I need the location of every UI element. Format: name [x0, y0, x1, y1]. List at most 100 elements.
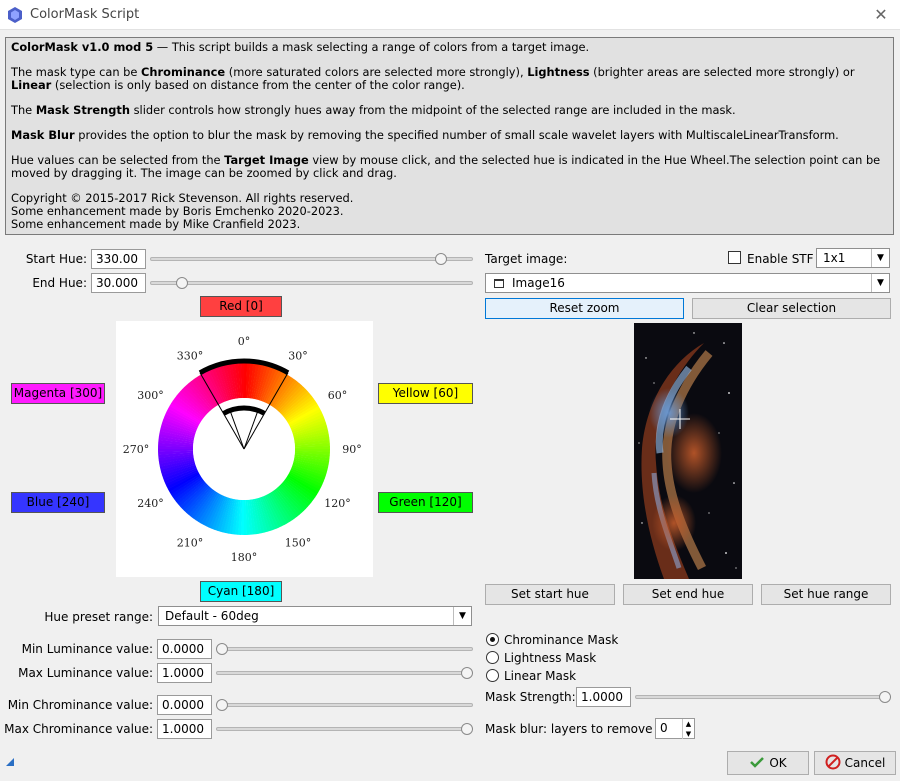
mask-blur-spinbox[interactable]: 0 ▲ ▼ [655, 718, 695, 739]
slider-thumb[interactable] [435, 253, 448, 265]
chevron-down-icon[interactable]: ▼ [871, 274, 889, 292]
slider-thumb[interactable] [175, 277, 188, 289]
info-bold: Target Image [224, 153, 309, 167]
checkmark-icon [750, 757, 765, 768]
min-luminance-slider[interactable] [216, 642, 473, 656]
linear-mask-radio[interactable] [486, 669, 499, 682]
degree-label: 180° [231, 551, 258, 564]
degree-label: 90° [342, 443, 362, 456]
target-image-preview[interactable] [634, 323, 742, 579]
degree-label: 240° [137, 497, 164, 510]
set-hue-range-button[interactable]: Set hue range [761, 584, 891, 605]
info-text: (selection is only based on distance fro… [51, 78, 465, 92]
set-start-hue-button[interactable]: Set start hue [485, 584, 615, 605]
enable-stf-checkbox[interactable] [728, 251, 741, 264]
end-hue-field[interactable]: 30.000 [91, 273, 146, 293]
slider-thumb[interactable] [879, 691, 891, 703]
target-image-value: Image16 [512, 276, 565, 290]
info-bold: Lightness [527, 65, 590, 79]
info-text: provides the option to blur the mask by … [74, 128, 839, 142]
resize-corner-icon[interactable] [6, 758, 14, 766]
stf-mode-value: 1x1 [823, 251, 846, 265]
clear-selection-button[interactable]: Clear selection [692, 298, 891, 319]
degree-label: 270° [123, 443, 150, 456]
info-bold: Chrominance [141, 65, 226, 79]
lightness-mask-label: Lightness Mask [504, 651, 597, 665]
info-text: (more saturated colors are selected more… [225, 65, 528, 79]
start-hue-slider[interactable] [150, 252, 473, 266]
spin-down-icon[interactable]: ▼ [682, 729, 694, 739]
chrominance-mask-radio[interactable] [486, 633, 499, 646]
green-swatch[interactable]: Green [120] [378, 492, 473, 513]
blue-swatch[interactable]: Blue [240] [11, 492, 105, 513]
stf-mode-select[interactable]: 1x1 ▼ [816, 248, 890, 268]
hue-wheel-panel: 0° 30° 60° 90° 120° 150° 180° 210° 240° 270° 300° 3… [116, 321, 373, 577]
slider-thumb[interactable] [461, 667, 473, 679]
info-text: (brighter areas are selected more strong… [589, 65, 855, 79]
mask-blur-value: 0 [660, 721, 668, 735]
magenta-swatch[interactable]: Magenta [300] [11, 383, 105, 404]
cancel-icon [825, 754, 841, 770]
min-chrominance-field[interactable]: 0.0000 [157, 695, 212, 715]
title-bar: ColorMask Script ✕ [0, 0, 900, 30]
set-end-hue-button[interactable]: Set end hue [623, 584, 753, 605]
app-icon [8, 7, 22, 23]
info-text: slider controls how strongly hues away f… [129, 103, 736, 117]
lightness-mask-radio[interactable] [486, 651, 499, 664]
slider-thumb[interactable] [216, 699, 228, 711]
max-chrominance-field[interactable]: 1.0000 [157, 719, 212, 739]
end-hue-slider[interactable] [150, 276, 473, 290]
copyright-line: Copyright © 2015-2017 Rick Stevenson. Al… [11, 191, 354, 205]
info-bold: Mask Strength [35, 103, 130, 117]
credit-line: Some enhancement made by Mike Cranfield … [11, 217, 301, 231]
max-luminance-label: Max Luminance value: [18, 666, 153, 680]
mask-strength-field[interactable]: 1.0000 [576, 687, 631, 707]
target-image-label: Target image: [485, 252, 568, 266]
max-luminance-slider[interactable] [216, 666, 473, 680]
enable-stf-label: Enable STF [747, 252, 814, 266]
slider-thumb[interactable] [461, 723, 473, 735]
info-box: ColorMask v1.0 mod 5 — This script build… [5, 37, 894, 235]
min-luminance-label: Min Luminance value: [21, 642, 153, 656]
hue-preset-value: Default - 60deg [165, 609, 259, 623]
info-text: The [11, 103, 36, 117]
close-icon[interactable]: ✕ [870, 4, 892, 26]
cancel-button[interactable]: Cancel [814, 751, 896, 775]
min-luminance-field[interactable]: 0.0000 [157, 639, 212, 659]
hue-preset-select[interactable]: Default - 60deg ▼ [158, 606, 472, 626]
max-chrominance-slider[interactable] [216, 722, 473, 736]
window-title: ColorMask Script [30, 7, 140, 22]
degree-label: 60° [328, 389, 348, 402]
red-swatch[interactable]: Red [0] [200, 296, 282, 317]
info-heading: ColorMask v1.0 mod 5 [11, 40, 154, 54]
start-hue-field[interactable]: 330.00 [91, 249, 146, 269]
chevron-down-icon[interactable]: ▼ [453, 607, 471, 625]
mask-strength-slider[interactable] [635, 690, 891, 704]
reset-zoom-button[interactable]: Reset zoom [485, 298, 684, 319]
ok-label: OK [769, 756, 787, 770]
degree-label: 210° [177, 537, 204, 550]
degree-label: 120° [324, 497, 351, 510]
ok-button[interactable]: OK [727, 751, 809, 775]
chrominance-mask-label: Chrominance Mask [504, 633, 619, 647]
nebula-image[interactable] [634, 323, 742, 579]
info-text: Hue values can be selected from the [11, 153, 225, 167]
cancel-label: Cancel [844, 756, 886, 770]
degree-label: 330° [177, 349, 204, 362]
info-intro: — This script builds a mask selecting a … [153, 40, 590, 54]
max-luminance-field[interactable]: 1.0000 [157, 663, 212, 683]
min-chrominance-slider[interactable] [216, 698, 473, 712]
cyan-swatch[interactable]: Cyan [180] [200, 581, 282, 602]
chevron-down-icon[interactable]: ▼ [871, 249, 889, 267]
yellow-swatch[interactable]: Yellow [60] [378, 383, 473, 404]
mask-blur-label: Mask blur: layers to remove [485, 722, 653, 736]
degree-label: 150° [285, 537, 312, 550]
linear-mask-label: Linear Mask [504, 669, 577, 683]
info-bold: Mask Blur [11, 128, 75, 142]
hue-wheel[interactable]: 0° 30° 60° 90° 120° 150° 180° 210° 240° 270° 300° 3… [116, 321, 373, 577]
spin-up-icon[interactable]: ▲ [682, 719, 694, 729]
start-hue-label: Start Hue: [25, 252, 87, 266]
target-image-select[interactable]: Image16 ▼ [485, 273, 890, 293]
max-chrominance-label: Max Chrominance value: [4, 722, 153, 736]
slider-thumb[interactable] [216, 643, 228, 655]
